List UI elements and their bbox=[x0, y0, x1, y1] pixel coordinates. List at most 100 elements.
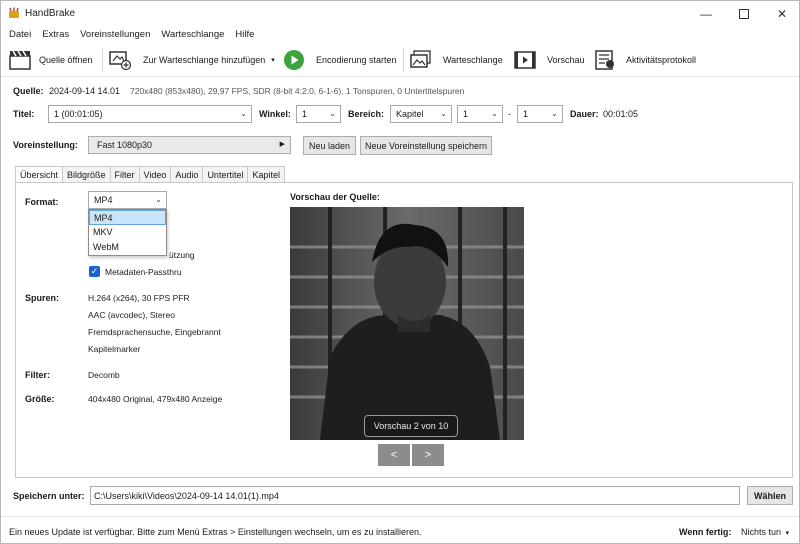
chevron-down-icon: ⌄ bbox=[240, 109, 247, 118]
activity-log-button[interactable]: Aktivitätsprotokoll bbox=[594, 47, 696, 73]
checkmark-icon: ✓ bbox=[90, 266, 99, 276]
tab-chapters[interactable]: Kapitel bbox=[247, 166, 285, 183]
maximize-button[interactable] bbox=[727, 1, 761, 26]
preset-label: Voreinstellung: bbox=[13, 140, 78, 150]
reload-preset-label: Neu laden bbox=[308, 140, 351, 151]
title-label: Titel: bbox=[13, 109, 35, 119]
maximize-icon bbox=[739, 8, 749, 19]
status-bar: Ein neues Update ist verfügbar. Bitte zu… bbox=[1, 516, 799, 543]
track-video: H.264 (x264), 30 FPS PFR bbox=[88, 293, 190, 303]
range-type-select[interactable]: Kapitel ⌄ bbox=[390, 105, 452, 123]
range-from-select[interactable]: 1 ⌄ bbox=[457, 105, 503, 123]
add-queue-label: Zur Warteschlange hinzufügen bbox=[143, 55, 266, 65]
add-to-queue-icon bbox=[109, 49, 131, 71]
format-select-value: MP4 bbox=[94, 195, 113, 205]
source-name: 2024-09-14 14.01 bbox=[49, 86, 121, 96]
tab-bar: Übersicht Bildgröße Filter Video Audio U… bbox=[15, 166, 285, 184]
preview-label: Vorschau der Quelle: bbox=[290, 192, 380, 202]
size-label: Größe: bbox=[25, 394, 55, 404]
window-title: HandBrake bbox=[25, 8, 76, 19]
preview-button[interactable]: Vorschau bbox=[514, 47, 585, 73]
chevron-right-icon: > bbox=[424, 449, 432, 461]
app-window: HandBrake — ✕ Datei Extras Voreinstellun… bbox=[0, 0, 800, 544]
minimize-button[interactable]: — bbox=[689, 1, 723, 26]
when-done-label: Wenn fertig: bbox=[679, 527, 732, 537]
range-label: Bereich: bbox=[348, 109, 385, 119]
tab-filters[interactable]: Filter bbox=[109, 166, 140, 183]
duration-value: 00:01:05 bbox=[603, 109, 639, 119]
format-option-mkv[interactable]: MKV bbox=[89, 225, 166, 240]
format-dropdown-list: MP4 MKV WebM bbox=[88, 209, 167, 256]
activity-log-icon bbox=[594, 49, 616, 71]
start-encode-button[interactable]: Encodierung starten bbox=[283, 47, 397, 73]
open-source-button[interactable]: Quelle öffnen bbox=[9, 47, 92, 73]
queue-label: Warteschlange bbox=[443, 55, 503, 65]
preview-counter-text: Vorschau 2 von 10 bbox=[373, 421, 449, 431]
save-new-preset-label: Neue Voreinstellung speichern bbox=[364, 140, 488, 151]
tracks-label: Spuren: bbox=[25, 293, 60, 303]
preset-selector[interactable]: Fast 1080p30 ▶ bbox=[88, 136, 291, 154]
range-separator: - bbox=[508, 109, 511, 119]
partially-hidden-option-label: ützung bbox=[169, 250, 195, 260]
size-value: 404x480 Original, 479x480 Anzeige bbox=[88, 394, 223, 404]
tab-audio[interactable]: Audio bbox=[170, 166, 204, 183]
menu-extras[interactable]: Extras bbox=[40, 26, 74, 43]
format-select[interactable]: MP4 ⌄ bbox=[88, 191, 167, 209]
range-to-value: 1 bbox=[523, 109, 529, 119]
preview-frame bbox=[290, 207, 524, 440]
update-message: Ein neues Update ist verfügbar. Bitte zu… bbox=[9, 527, 422, 537]
menu-datei[interactable]: Datei bbox=[7, 26, 36, 43]
save-as-label: Speichern unter: bbox=[13, 491, 85, 501]
reload-preset-button[interactable]: Neu laden bbox=[303, 136, 356, 155]
title-bar: HandBrake — ✕ bbox=[1, 1, 799, 26]
toolbar-divider bbox=[403, 48, 404, 72]
add-queue-button[interactable]: Zur Warteschlange hinzufügen ▾ bbox=[109, 47, 275, 73]
chevron-down-icon: ▾ bbox=[785, 530, 790, 537]
title-select[interactable]: 1 (00:01:05) ⌄ bbox=[48, 105, 252, 123]
preset-value: Fast 1080p30 bbox=[97, 140, 153, 150]
chevron-down-icon: ⌄ bbox=[440, 109, 447, 118]
tab-dimensions[interactable]: Bildgröße bbox=[62, 166, 111, 183]
queue-button[interactable]: Warteschlange bbox=[410, 47, 503, 73]
chevron-down-icon: ⌄ bbox=[491, 109, 498, 118]
open-source-label: Quelle öffnen bbox=[39, 55, 93, 65]
track-subtitle: Fremdsprachensuche, Eingebrannt bbox=[88, 327, 221, 337]
track-chapters: Kapitelmarker bbox=[88, 344, 141, 354]
angle-select[interactable]: 1 ⌄ bbox=[296, 105, 341, 123]
chevron-down-icon: ▾ bbox=[271, 57, 275, 64]
when-done-select[interactable]: Nichts tun ▾ bbox=[741, 525, 793, 540]
format-option-mp4[interactable]: MP4 bbox=[89, 210, 166, 225]
angle-select-value: 1 bbox=[302, 109, 308, 119]
range-to-select[interactable]: 1 ⌄ bbox=[517, 105, 563, 123]
handbrake-logo-icon bbox=[9, 7, 19, 18]
activity-log-label: Aktivitätsprotokoll bbox=[626, 55, 697, 65]
close-button[interactable]: ✕ bbox=[765, 1, 799, 26]
browse-label: Wählen bbox=[753, 490, 786, 501]
menu-warteschlange[interactable]: Warteschlange bbox=[159, 26, 229, 43]
tab-subtitles[interactable]: Untertitel bbox=[202, 166, 249, 183]
angle-label: Winkel: bbox=[259, 109, 291, 119]
chevron-down-icon: ⌄ bbox=[551, 109, 558, 118]
minimize-icon: — bbox=[700, 6, 712, 21]
format-option-webm[interactable]: WebM bbox=[89, 240, 166, 255]
destination-path-input[interactable]: C:\Users\kiki\Videos\2024-09-14 14.01(1)… bbox=[90, 486, 740, 505]
next-preview-button[interactable]: > bbox=[412, 444, 444, 466]
start-encode-label: Encodierung starten bbox=[316, 55, 397, 65]
destination-path-value: C:\Users\kiki\Videos\2024-09-14 14.01(1)… bbox=[94, 491, 279, 501]
duration-label: Dauer: bbox=[570, 109, 599, 119]
previous-preview-button[interactable]: < bbox=[378, 444, 410, 466]
toolbar: Quelle öffnen Zur Warteschlange hinzufüg… bbox=[1, 44, 799, 77]
save-new-preset-button[interactable]: Neue Voreinstellung speichern bbox=[360, 136, 492, 155]
source-label: Quelle: bbox=[13, 86, 44, 96]
browse-button[interactable]: Wählen bbox=[747, 486, 793, 505]
menu-hilfe[interactable]: Hilfe bbox=[233, 26, 259, 43]
chevron-down-icon: ⌄ bbox=[155, 195, 162, 204]
metadata-passthru-checkbox[interactable]: ✓ bbox=[89, 266, 100, 277]
film-clapper-icon bbox=[9, 49, 31, 71]
toolbar-divider bbox=[102, 48, 103, 72]
menu-voreinstellungen[interactable]: Voreinstellungen bbox=[78, 26, 155, 43]
chevron-down-icon: ⌄ bbox=[329, 109, 336, 118]
play-icon bbox=[283, 49, 305, 71]
tab-video[interactable]: Video bbox=[138, 166, 172, 183]
queue-icon bbox=[410, 49, 432, 71]
